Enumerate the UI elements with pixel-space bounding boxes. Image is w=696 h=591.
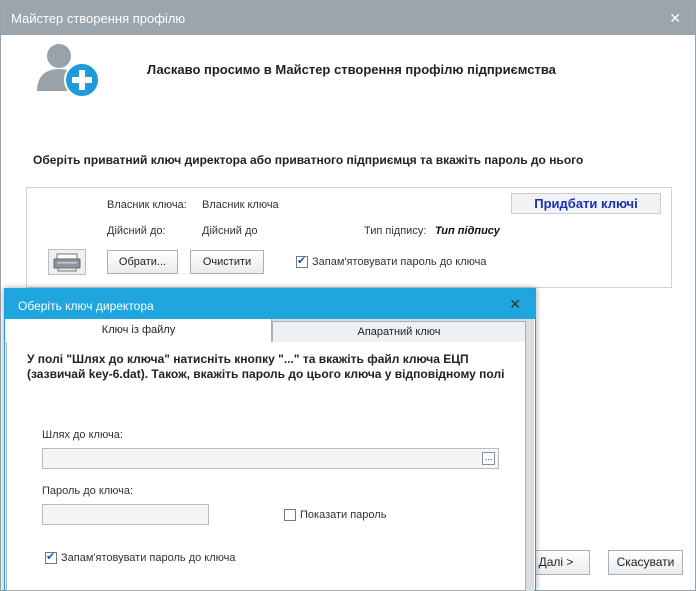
dialog-instruction: У полі "Шлях до ключа" натисніть кнопку … xyxy=(27,352,505,381)
remember-password-checkbox[interactable] xyxy=(296,254,308,268)
owner-value: Власник ключа xyxy=(202,199,279,211)
tab-key-from-file[interactable]: Ключ із файлу xyxy=(6,319,272,342)
key-path-label: Шлях до ключа: xyxy=(42,429,123,441)
signature-type-label: Тип підпису: xyxy=(364,225,427,237)
remember-password-label: Запам'ятовувати пароль до ключа xyxy=(312,256,487,268)
signature-type-value: Тип підпису xyxy=(435,225,500,237)
choose-button[interactable]: Обрати... xyxy=(107,250,178,274)
dialog-remember-password-checkbox[interactable] xyxy=(45,550,57,564)
scanner-icon xyxy=(53,253,81,272)
key-from-file-panel: У полі "Шлях до ключа" натисніть кнопку … xyxy=(6,342,526,591)
key-info-panel: Власник ключа: Власник ключа Придбати кл… xyxy=(26,187,672,288)
tab-hardware-key[interactable]: Апаратний ключ xyxy=(272,321,526,342)
password-input[interactable] xyxy=(42,504,209,525)
main-close-icon[interactable]: ✕ xyxy=(669,10,681,27)
owner-label: Власник ключа: xyxy=(107,199,187,211)
add-keys-button[interactable]: Придбати ключі xyxy=(511,193,661,214)
cancel-button[interactable]: Скасувати xyxy=(608,550,683,575)
scanner-button[interactable] xyxy=(48,249,86,275)
key-instruction: Оберіть приватний ключ директора або при… xyxy=(33,153,584,167)
dialog-close-icon[interactable]: ✕ xyxy=(509,296,521,313)
dialog-title: Оберіть ключ директора xyxy=(18,299,154,313)
dialog-body: Ключ із файлу Апаратний ключ У полі "Шля… xyxy=(6,319,534,591)
valid-until-label: Дійсний до: xyxy=(107,225,166,237)
key-path-input[interactable]: ... xyxy=(42,448,499,469)
dialog-remember-password-label: Запам'ятовувати пароль до ключа xyxy=(61,552,236,564)
show-password-checkbox[interactable] xyxy=(284,509,296,521)
welcome-heading: Ласкаво просимо в Майстер створення проф… xyxy=(147,62,556,77)
choose-director-key-dialog: Оберіть ключ директора ✕ Ключ із файлу А… xyxy=(4,288,536,591)
add-user-icon xyxy=(37,44,100,98)
main-titlebar[interactable]: Майстер створення профілю ✕ xyxy=(1,1,695,35)
main-window-title: Майстер створення профілю xyxy=(11,11,186,26)
browse-button[interactable]: ... xyxy=(482,452,495,465)
show-password-label: Показати пароль xyxy=(300,509,387,521)
clear-button[interactable]: Очистити xyxy=(190,250,264,274)
dialog-titlebar[interactable]: Оберіть ключ директора ✕ xyxy=(5,289,535,319)
valid-until-value: Дійсний до xyxy=(202,225,258,237)
password-label: Пароль до ключа: xyxy=(42,485,134,497)
